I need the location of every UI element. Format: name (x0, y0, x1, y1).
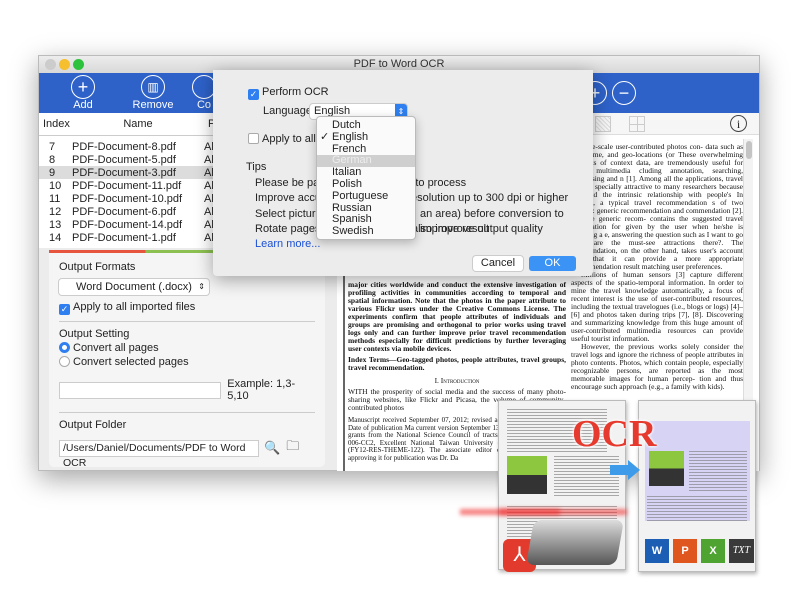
word-icon: W (645, 539, 669, 563)
ocr-badge-graphic: ⅄ W P X TXT OCR (460, 390, 760, 600)
table-area-icon[interactable] (629, 116, 645, 132)
cell-name: PDF-Document-10.pdf (72, 192, 183, 205)
index-terms: Index Terms—Geo-tagged photos, people at… (348, 355, 566, 372)
language-dropdown-menu: Dutch ✓ English French German Italian Polish Po… (316, 116, 416, 240)
convert-all-label: Convert all pages (73, 342, 159, 354)
folder-search-icon[interactable]: 🔍 (264, 440, 280, 456)
perform-ocr-label: Perform OCR (262, 86, 329, 98)
cell-name: PDF-Document-6.pdf (72, 205, 176, 218)
example-label: Example: 1,3-5,10 (227, 378, 296, 402)
radio-on-icon (59, 342, 70, 353)
language-option-label: German (332, 154, 372, 167)
chart-thumbnail (649, 451, 684, 486)
apply-all-label: Apply to all imported files (73, 301, 196, 313)
maximize-button[interactable] (73, 59, 84, 70)
cell-index: 10 (49, 179, 62, 192)
cell-name: PDF-Document-11.pdf (72, 179, 182, 192)
select-area-icon[interactable] (595, 116, 611, 132)
language-option-label: Dutch (332, 119, 361, 131)
output-folder-label: Output Folder (59, 419, 127, 431)
header-name[interactable]: Name (69, 118, 204, 130)
trash-icon: ▥ (141, 75, 165, 99)
paragraph: However, the previous works solely consi… (571, 342, 743, 391)
updown-icon: ⇕ (198, 282, 205, 291)
plus-icon: + (71, 75, 95, 99)
perform-ocr-checkbox[interactable]: ✓ Perform OCR (248, 86, 329, 100)
convert-all-radio[interactable]: Convert all pages (59, 342, 315, 354)
scroll-thumb[interactable] (745, 141, 752, 159)
scanner-icon (526, 520, 624, 565)
ok-button[interactable]: OK (529, 256, 576, 271)
cell-index: 7 (49, 140, 56, 153)
cell-index: 8 (49, 153, 56, 166)
cell-index: 12 (49, 205, 62, 218)
header-index[interactable]: Index (39, 118, 70, 130)
checkbox-unchecked-icon (248, 133, 259, 144)
convert-label: Co (196, 99, 212, 111)
format-value: Word Document (.docx) (76, 281, 192, 293)
minimize-button[interactable] (59, 59, 70, 70)
language-option-label: Swedish (332, 225, 374, 238)
tip: esolution up to 300 dpi or higher (411, 192, 569, 205)
pages-input[interactable] (59, 381, 222, 399)
open-folder-icon[interactable]: 🗀 (286, 437, 299, 459)
section-heading: I. Introduction (434, 376, 480, 385)
tips-list: Please be patient me to process Improve a… (255, 176, 585, 252)
checkbox-checked-icon: ✓ (59, 304, 70, 315)
cell-index: 11 (49, 192, 61, 205)
cell-name: PDF-Document-1.pdf (72, 231, 176, 244)
cancel-button[interactable]: Cancel (473, 256, 523, 271)
language-option-label: Portuguese (332, 189, 389, 202)
cell-name: PDF-Document-14.pdf (72, 218, 183, 231)
language-label: Language: (263, 105, 315, 117)
checkbox-checked-icon: ✓ (248, 89, 259, 100)
info-icon[interactable]: i (730, 115, 747, 132)
apply-all-checkbox[interactable]: ✓ Apply to all imported files (59, 301, 315, 315)
cell-index: 9 (49, 166, 56, 179)
learn-more-link[interactable]: Learn more... (255, 237, 585, 252)
paragraph: Millions of human sensors [3] capture di… (571, 270, 743, 343)
language-option[interactable]: Swedish (317, 225, 415, 238)
convert-selected-label: Convert selected pages (73, 356, 189, 368)
remove-button[interactable]: ▥ Remove (123, 75, 183, 111)
folder-path-input[interactable]: /Users/Daniel/Documents/PDF to Word OCR (59, 439, 259, 469)
window-title: PDF to Word OCR (353, 58, 445, 70)
cell-name: PDF-Document-3.pdf (72, 166, 176, 179)
paragraph: ch large-scale user-contributed photos c… (571, 142, 743, 271)
radio-off-icon (59, 356, 70, 367)
close-button[interactable] (45, 59, 56, 70)
output-setting-label: Output Setting (59, 328, 130, 340)
language-option-label: French (332, 142, 367, 155)
excel-icon: X (701, 539, 725, 563)
ocr-logo-text: OCR (572, 413, 657, 455)
cell-index: 13 (49, 218, 62, 231)
convert-selected-radio[interactable]: Convert selected pages (59, 356, 315, 368)
add-button[interactable]: + Add (53, 75, 113, 111)
add-label: Add (73, 99, 93, 111)
abstract-text: major cities worldwide and conduct the e… (348, 280, 566, 353)
format-icons: W P X TXT (645, 539, 754, 563)
output-panel: Output Formats Word Document (.docx) ⇕ ✓ A… (49, 253, 325, 469)
language-option-label: English (332, 130, 369, 143)
remove-label: Remove (132, 99, 174, 111)
chart-thumbnail (507, 456, 547, 494)
cell-name: PDF-Document-8.pdf (72, 140, 176, 153)
column-right: ch large-scale user-contributed photos c… (571, 143, 743, 391)
format-select[interactable]: Word Document (.docx) ⇕ (59, 279, 209, 295)
tip: also improve output quality (412, 222, 543, 235)
checkmark-icon: ✓ (320, 130, 330, 143)
language-option-label: Polish (332, 177, 362, 190)
cell-index: 14 (49, 231, 62, 244)
txt-icon: TXT (729, 539, 754, 563)
language-option-label: Italian (332, 166, 362, 179)
zoom-out-icon[interactable]: − (612, 81, 636, 105)
powerpoint-icon: P (673, 539, 697, 563)
cell-name: PDF-Document-5.pdf (72, 153, 176, 166)
language-option-label: Russian (332, 201, 372, 214)
tips-title: Tips (246, 161, 267, 173)
language-option-label: Spanish (332, 213, 372, 226)
